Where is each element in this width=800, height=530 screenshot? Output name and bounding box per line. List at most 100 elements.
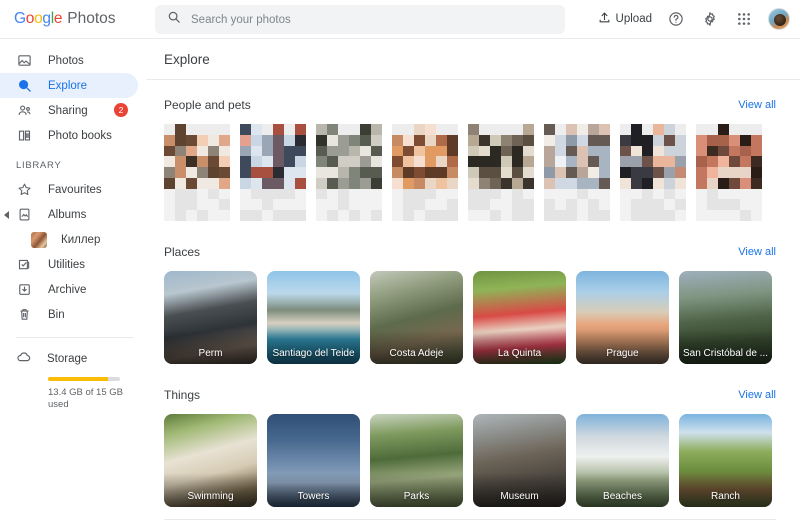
card-label: San Cristóbal de ...	[682, 348, 769, 359]
pixelated-block	[642, 124, 653, 135]
pixelated-block	[707, 124, 718, 135]
pixelated-block	[262, 145, 273, 157]
chevron-collapse-icon[interactable]	[4, 211, 9, 219]
pixelated-block	[544, 145, 555, 157]
sidebar-item-explore[interactable]: Explore	[0, 73, 138, 98]
sidebar-album-item[interactable]: Киллер	[0, 227, 146, 252]
pixelated-block	[523, 199, 534, 211]
pixelated-block	[349, 167, 360, 179]
person-face-thumbnail[interactable]	[316, 124, 382, 221]
person-face-thumbnail[interactable]	[164, 124, 230, 221]
pixelated-block	[642, 188, 653, 200]
view-all-things[interactable]: View all	[738, 389, 776, 401]
pixelated-block	[675, 167, 686, 179]
pixelated-block	[447, 124, 458, 135]
thing-card[interactable]: Towers	[267, 414, 360, 507]
sidebar-item-bin[interactable]: Bin	[0, 302, 138, 327]
pixelated-block	[544, 188, 555, 200]
pixelated-block	[577, 134, 588, 146]
person-face-thumbnail[interactable]	[468, 124, 534, 221]
place-card[interactable]: La Quinta	[473, 271, 566, 364]
upload-button[interactable]: Upload	[598, 11, 652, 27]
page-title-row: Explore	[146, 39, 800, 79]
help-icon[interactable]	[666, 9, 686, 29]
view-all-places[interactable]: View all	[738, 246, 776, 258]
pixelated-block	[219, 199, 230, 211]
pixelated-block	[327, 124, 338, 135]
pixelated-block	[403, 124, 414, 135]
pixelated-block	[338, 145, 349, 157]
pixelated-block	[490, 210, 501, 221]
section-header: Places View all	[164, 237, 800, 267]
thing-card[interactable]: Museum	[473, 414, 566, 507]
pixelated-block	[707, 177, 718, 189]
pixelated-block	[523, 156, 534, 168]
pixelated-block	[447, 177, 458, 189]
card-label: Swimming	[187, 491, 234, 502]
sidebar-item-photos[interactable]: Photos	[0, 48, 138, 73]
sidebar-item-utilities[interactable]: Utilities	[0, 252, 138, 277]
account-avatar[interactable]	[768, 8, 790, 30]
sidebar-item-storage[interactable]: Storage	[0, 348, 146, 370]
person-face-thumbnail[interactable]	[620, 124, 686, 221]
pixelated-block	[588, 167, 599, 179]
place-card[interactable]: Perm	[164, 271, 257, 364]
pixelated-block	[273, 177, 284, 189]
sidebar-item-photo-books[interactable]: Photo books	[0, 123, 138, 148]
pixelated-block	[653, 145, 664, 157]
person-face-thumbnail[interactable]	[696, 124, 762, 221]
pixelated-block	[566, 177, 577, 189]
place-card[interactable]: San Cristóbal de ...	[679, 271, 772, 364]
person-face-thumbnail[interactable]	[240, 124, 306, 221]
pixelated-block	[740, 156, 751, 168]
search-input[interactable]: Search your photos	[155, 5, 565, 34]
pixelated-block	[501, 188, 512, 200]
pixelated-block	[566, 134, 577, 146]
place-card[interactable]: Costa Adeje	[370, 271, 463, 364]
thing-card[interactable]: Beaches	[576, 414, 669, 507]
pixelated-block	[164, 199, 175, 211]
pixelated-block	[664, 167, 675, 179]
person-face-thumbnail[interactable]	[544, 124, 610, 221]
pixelated-block	[327, 145, 338, 157]
sidebar-item-archive[interactable]: Archive	[0, 277, 138, 302]
pixelated-block	[751, 167, 762, 179]
pixelated-block	[707, 167, 718, 179]
thing-card[interactable]: Parks	[370, 414, 463, 507]
sidebar-label-utilities: Utilities	[48, 258, 86, 271]
pixelated-block	[544, 199, 555, 211]
pixelated-block	[327, 177, 338, 189]
pixelated-block	[642, 210, 653, 221]
pixelated-block	[251, 124, 262, 135]
pixelated-block	[512, 210, 523, 221]
brand-logo[interactable]: Google Photos	[0, 10, 141, 28]
pixelated-block	[523, 210, 534, 221]
things-cards-row: Swimming Towers Parks Museum Beaches Ranch	[164, 410, 800, 507]
pixelated-block	[175, 177, 186, 189]
pixelated-block	[729, 167, 740, 179]
pixelated-block	[273, 210, 284, 221]
person-face-thumbnail[interactable]	[392, 124, 458, 221]
place-card[interactable]: Prague	[576, 271, 669, 364]
sidebar-item-albums[interactable]: Albums	[0, 202, 138, 227]
thing-card[interactable]: Ranch	[679, 414, 772, 507]
thing-card[interactable]: Swimming	[164, 414, 257, 507]
pixelated-block	[653, 124, 664, 135]
sidebar-label-albums: Albums	[48, 208, 87, 221]
pixelated-block	[175, 188, 186, 200]
pixelated-block	[338, 177, 349, 189]
pixelated-block	[251, 177, 262, 189]
pixelated-block	[360, 156, 371, 168]
pixelated-block	[447, 210, 458, 221]
apps-grid-icon[interactable]	[734, 9, 754, 29]
sidebar-item-sharing[interactable]: Sharing 2	[0, 98, 138, 123]
place-card[interactable]: Santiago del Teide	[267, 271, 360, 364]
pixelated-block	[642, 177, 653, 189]
pixelated-block	[284, 177, 295, 189]
settings-gear-icon[interactable]	[700, 9, 720, 29]
pixelated-block	[501, 156, 512, 168]
pixelated-block	[653, 134, 664, 146]
view-all-people[interactable]: View all	[738, 99, 776, 111]
sidebar-item-favourites[interactable]: Favourites	[0, 177, 138, 202]
pixelated-block	[642, 134, 653, 146]
